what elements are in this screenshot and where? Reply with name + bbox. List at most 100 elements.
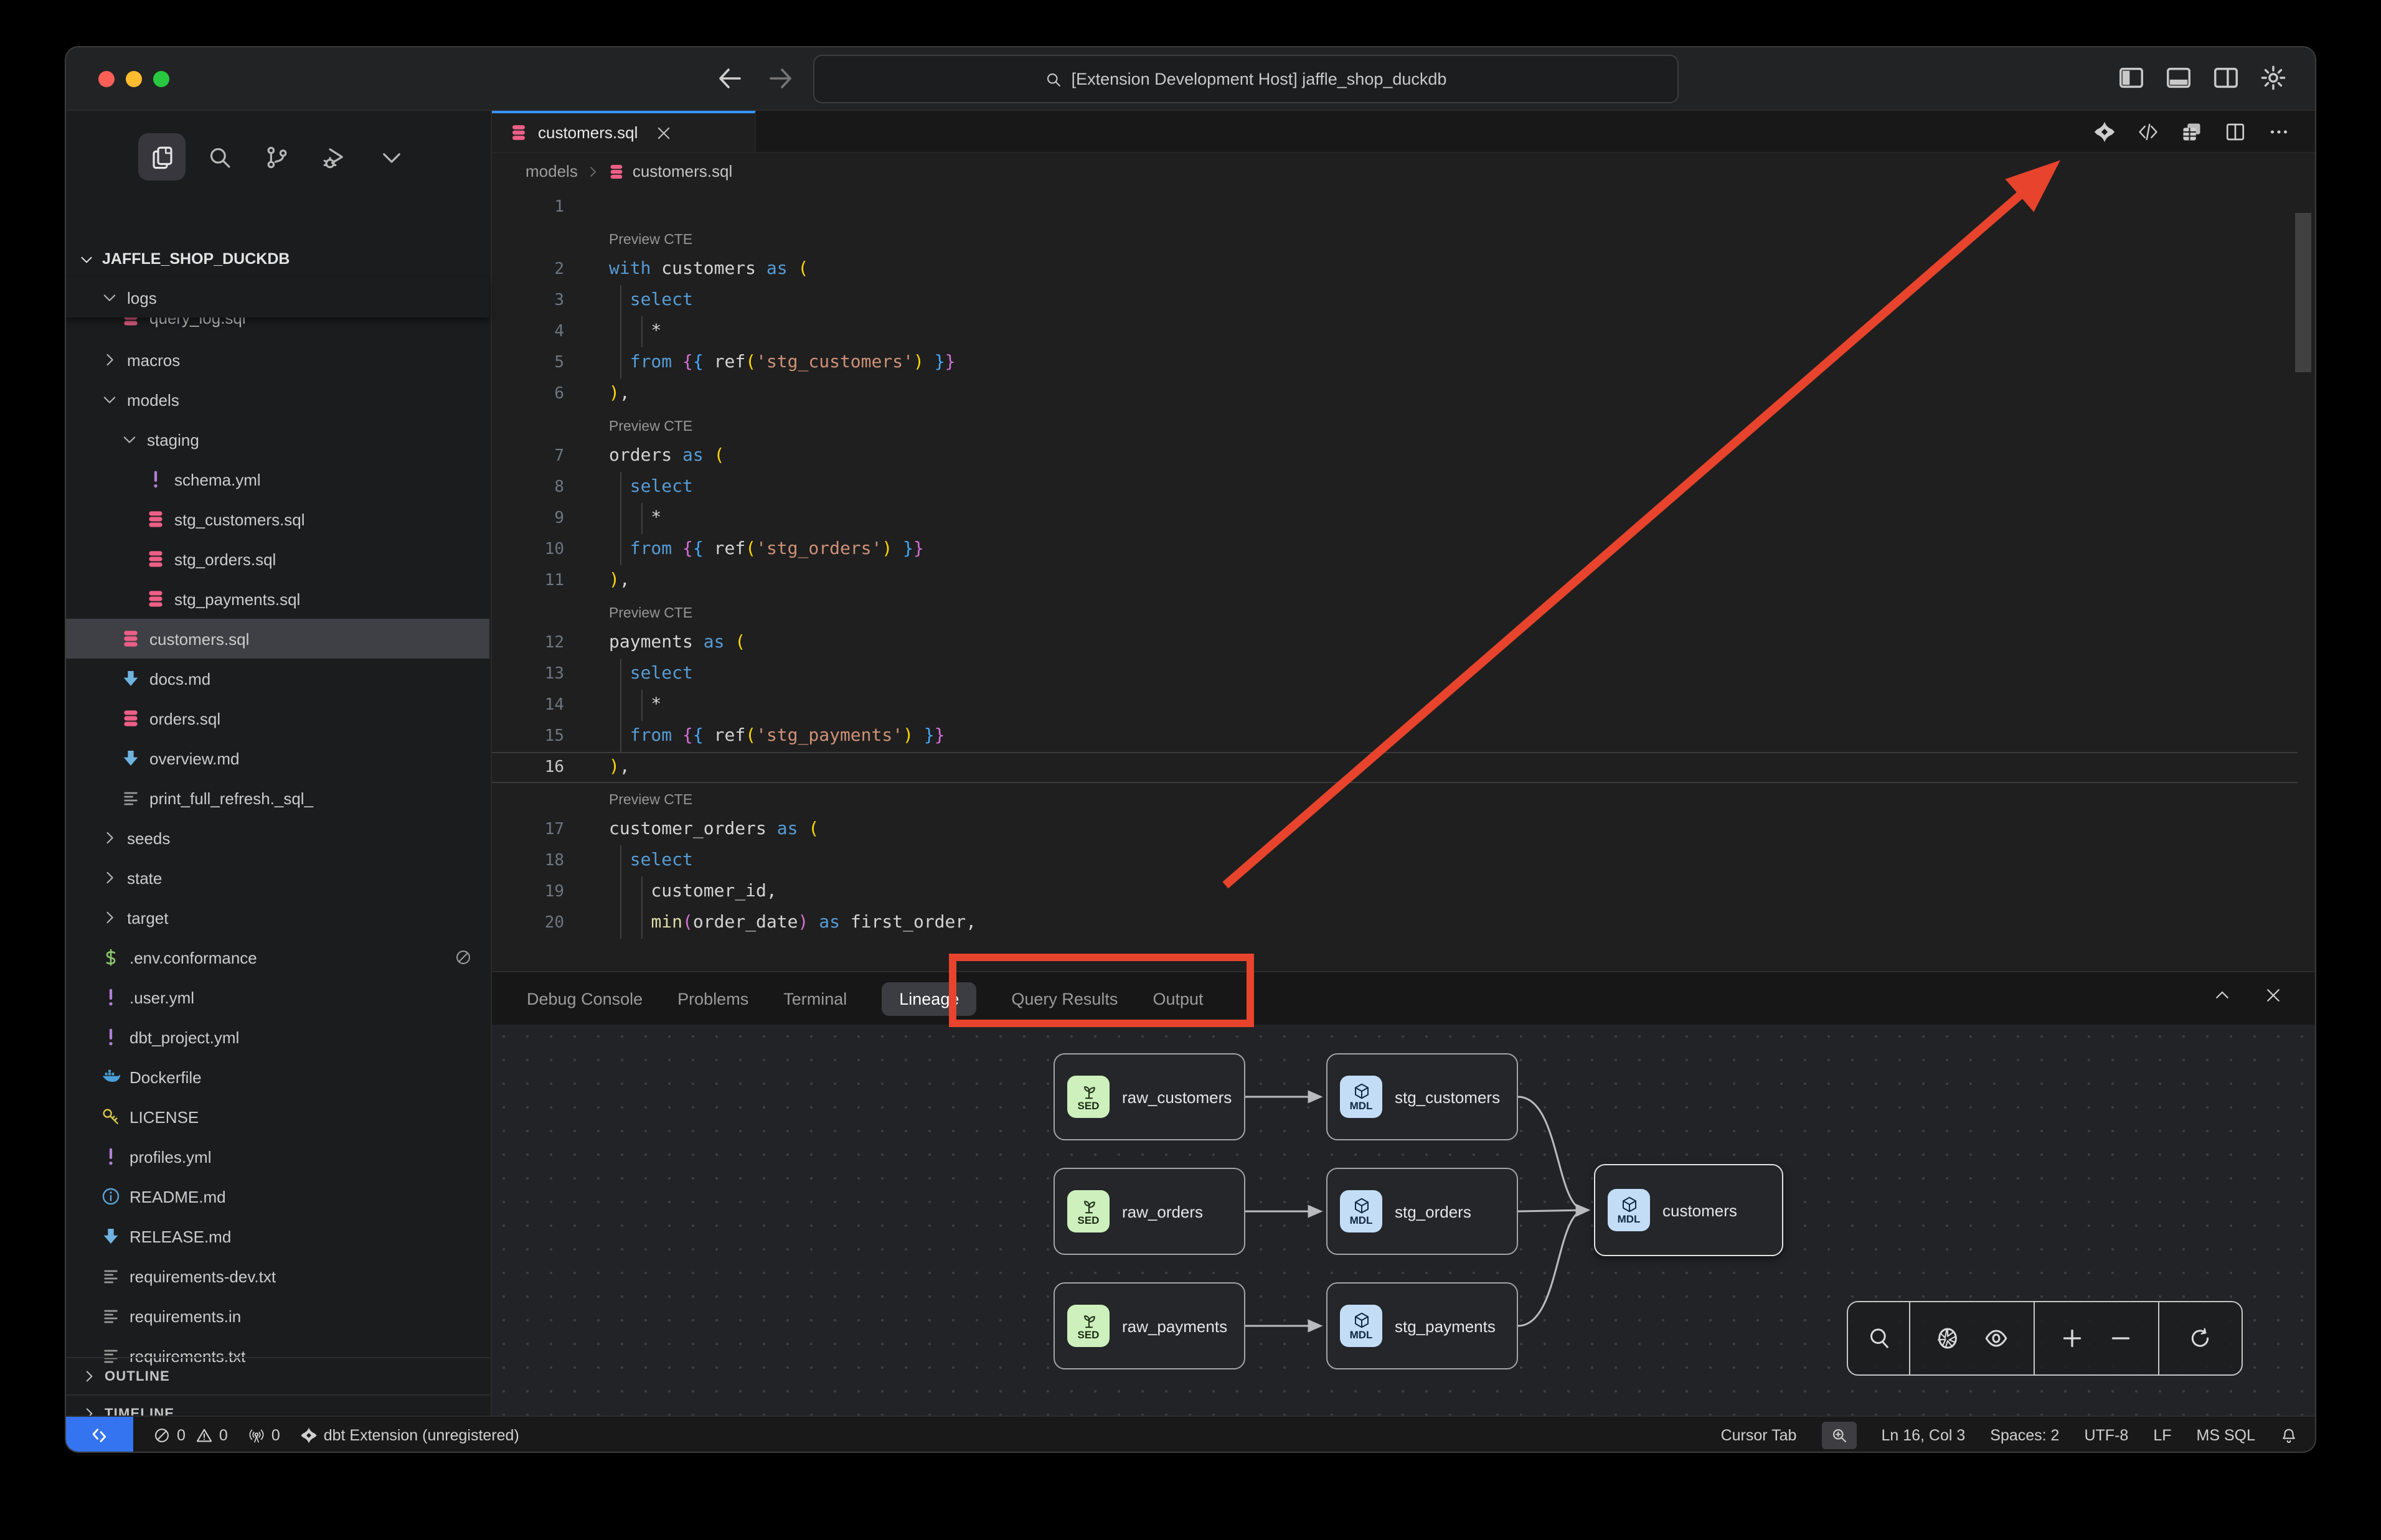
panel-tab-terminal[interactable]: Terminal [783,989,847,1008]
database-icon [146,589,166,609]
status-item-ms-sql[interactable]: MS SQL [2197,1426,2256,1444]
chevron-up-icon[interactable] [2213,986,2232,1005]
layout-panel-bottom-icon[interactable] [2164,63,2193,92]
tree-item-orders-sql[interactable]: orders.sql [66,698,489,738]
code-line-14: 14 * [492,690,2315,721]
tree-item-customers-sql[interactable]: customers.sql [66,619,489,659]
tree-item-schema-yml[interactable]: schema.yml [66,459,489,499]
tree-item-staging[interactable]: staging [66,420,489,459]
tree-item-print-full-refresh-sql-[interactable]: print_full_refresh._sql_ [66,778,489,818]
gear-icon[interactable] [2259,63,2288,92]
tree-item-models[interactable]: models [66,380,489,420]
node-label: customers [1662,1201,1737,1219]
tree-item-target[interactable]: target [66,898,489,937]
status-item-spaces-2[interactable]: Spaces: 2 [1990,1426,2059,1444]
status-item-0[interactable]: 0 [196,1426,228,1444]
tree-item-stg-customers-sql[interactable]: stg_customers.sql [66,499,489,539]
activity-search[interactable] [196,133,243,181]
status-item-lf[interactable]: LF [2153,1426,2171,1444]
tree-item-requirements-dev-txt[interactable]: requirements-dev.txt [66,1256,489,1296]
tab-customers-sql[interactable]: customers.sql [492,111,756,152]
lineage-node-raw_orders[interactable]: SEDraw_orders [1054,1168,1245,1255]
command-center-search[interactable]: [Extension Development Host] jaffle_shop… [813,55,1679,103]
tree-item--env-conformance[interactable]: .env.conformance [66,937,489,977]
status-item-bell[interactable] [2280,1426,2298,1444]
activity-chevron-down[interactable] [367,133,415,181]
ellipsis-icon[interactable] [2268,121,2290,143]
lineage-node-raw_customers[interactable]: SEDraw_customers [1054,1053,1245,1140]
tree-item-overview-md[interactable]: overview.md [66,738,489,778]
panel-tab-problems[interactable]: Problems [677,989,748,1008]
tree-item-release-md[interactable]: RELEASE.md [66,1216,489,1256]
tree-item-dockerfile[interactable]: Dockerfile [66,1057,489,1097]
tree-item-query-log-sql[interactable]: query_log.sql [66,317,489,340]
breadcrumb-file[interactable]: customers.sql [633,162,732,181]
layout-sidebar-right-icon[interactable] [2212,63,2240,92]
tree-item-requirements-in[interactable]: requirements.in [66,1296,489,1336]
codelens-preview-cte[interactable]: Preview CTE [492,596,2315,627]
remote-icon [90,1425,110,1445]
aperture-icon[interactable] [1935,1326,1959,1351]
status-item-cursor-tab[interactable]: Cursor Tab [1721,1426,1797,1444]
activity-run-debug[interactable] [310,133,357,181]
tree-item--user-yml[interactable]: .user.yml [66,977,489,1017]
close-icon[interactable] [2264,986,2283,1005]
table-copy-icon[interactable] [2181,121,2203,143]
codelens-preview-cte[interactable]: Preview CTE [492,223,2315,254]
tree-item-docs-md[interactable]: docs.md [66,659,489,698]
panel-tab-debug-console[interactable]: Debug Console [527,989,643,1008]
code-editor[interactable]: 1Preview CTE2with customers as (3 select… [492,190,2315,971]
status-item-0[interactable]: 0 [153,1426,186,1444]
remote-indicator[interactable] [66,1417,133,1452]
status-item-ln-16-col-3[interactable]: Ln 16, Col 3 [1881,1426,1965,1444]
activity-source-control[interactable] [253,133,300,181]
activity-explorer[interactable] [138,133,186,181]
tree-item-seeds[interactable]: seeds [66,818,489,858]
lineage-node-stg_orders[interactable]: MDLstg_orders [1326,1168,1518,1255]
minus-icon[interactable] [2109,1326,2134,1351]
lineage-node-stg_payments[interactable]: MDLstg_payments [1326,1282,1518,1369]
tree-item-macros[interactable]: macros [66,340,489,380]
status-item-zoom-in[interactable] [1821,1421,1856,1448]
history-forward-icon[interactable] [766,63,796,93]
lineage-node-stg_customers[interactable]: MDLstg_customers [1326,1053,1518,1140]
status-item-dbt-extension-unregistered-[interactable]: dbt Extension (unregistered) [300,1426,519,1444]
outline-section[interactable]: OUTLINE [66,1357,489,1394]
tree-item-profiles-yml[interactable]: profiles.yml [66,1137,489,1176]
tree-item-label: macros [127,350,180,369]
lineage-node-customers[interactable]: MDLcustomers [1594,1164,1783,1256]
lens-search-icon[interactable] [1866,1326,1891,1351]
eye-icon[interactable] [1984,1326,2009,1351]
close-icon[interactable] [655,124,672,141]
status-item-utf-8[interactable]: UTF-8 [2084,1426,2128,1444]
tree-item-state[interactable]: state [66,858,489,898]
tree-item-logs[interactable]: logs [66,278,489,317]
codelens-preview-cte[interactable]: Preview CTE [492,783,2315,814]
code-icon[interactable] [2137,121,2159,143]
tree-item-dbt-project-yml[interactable]: dbt_project.yml [66,1017,489,1057]
tree-item-stg-payments-sql[interactable]: stg_payments.sql [66,579,489,619]
explorer-project-header[interactable]: JAFFLE_SHOP_DUCKDB [78,250,290,268]
dbt-icon[interactable] [2093,121,2116,143]
status-item-0[interactable]: 0 [248,1426,280,1444]
plus-icon[interactable] [2059,1326,2084,1351]
tree-item-stg-orders-sql[interactable]: stg_orders.sql [66,539,489,579]
codelens-preview-cte[interactable]: Preview CTE [492,410,2315,441]
traffic-light-minimize[interactable] [126,71,142,87]
traffic-light-zoom[interactable] [153,71,169,87]
split-editor-icon[interactable] [2224,121,2247,143]
traffic-light-close[interactable] [98,71,115,87]
lineage-node-raw_payments[interactable]: SEDraw_payments [1054,1282,1245,1369]
code-line-6: 6), [492,378,2315,410]
code-line-11: 11), [492,565,2315,596]
refresh-icon[interactable] [2188,1326,2213,1351]
tree-item-readme-md[interactable]: README.md [66,1176,489,1216]
tree-item-license[interactable]: LICENSE [66,1097,489,1137]
tree-item-label: overview.md [149,749,240,768]
tree-item-label: staging [147,430,199,449]
history-back-icon[interactable] [715,63,745,93]
breadcrumb-folder[interactable]: models [526,162,578,181]
lineage-canvas[interactable]: SEDraw_customers MDLstg_customers SEDraw_o… [492,1025,2315,1417]
breadcrumb[interactable]: models customers.sql [492,152,2315,190]
layout-sidebar-left-icon[interactable] [2117,63,2146,92]
